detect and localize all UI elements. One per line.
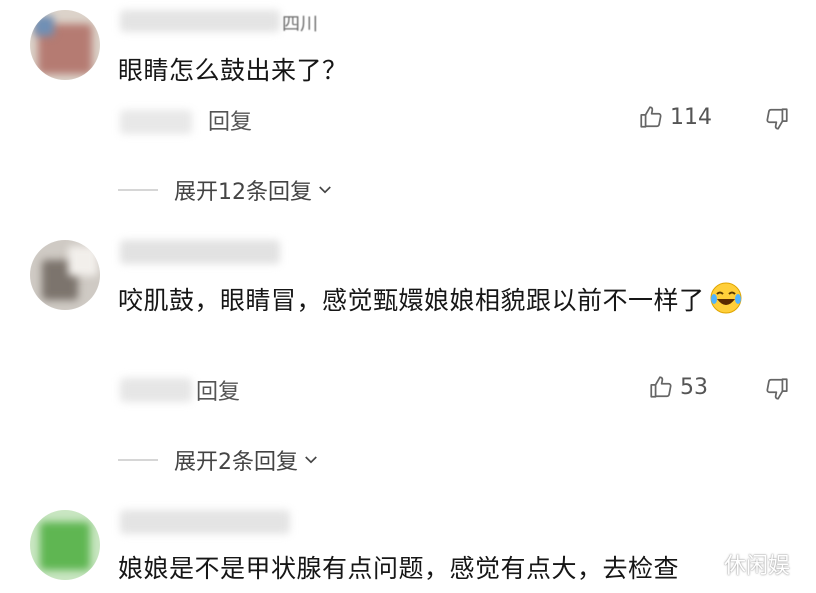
reply-button[interactable]: 回复 [196, 374, 240, 406]
comment-text: 娘娘是不是甲状腺有点问题，感觉有点大，去检查 [118, 554, 680, 583]
username-blurred [120, 240, 280, 264]
divider-line [118, 459, 158, 461]
chevron-down-icon [319, 186, 331, 194]
expand-replies-label: 展开12条回复 [174, 180, 312, 205]
chevron-down-icon [305, 456, 317, 464]
laughing-tears-emoji [710, 282, 742, 314]
like-button[interactable]: 53 [648, 374, 708, 400]
thumbs-down-icon[interactable] [764, 106, 790, 132]
like-button[interactable]: 114 [638, 104, 712, 130]
comment-text: 眼睛怎么鼓出来了？ [118, 56, 348, 85]
username-blurred [120, 10, 280, 32]
watermark: 休闲娱 [724, 554, 791, 579]
like-count: 53 [680, 374, 708, 400]
thumbs-up-icon [640, 106, 662, 128]
timestamp-blurred [120, 110, 192, 134]
username-location: 四川 [282, 14, 318, 35]
reply-button[interactable]: 回复 [208, 104, 252, 136]
avatar[interactable] [30, 510, 100, 580]
like-count: 114 [670, 104, 712, 130]
expand-replies-label: 展开2条回复 [174, 450, 298, 475]
avatar[interactable] [30, 10, 100, 80]
avatar[interactable] [30, 240, 100, 310]
divider-line [118, 189, 158, 191]
comment-text: 咬肌鼓，眼睛冒，感觉甄嬛娘娘相貌跟以前不一样了 [118, 280, 788, 321]
thumbs-up-icon [650, 376, 672, 398]
thumbs-down-icon[interactable] [764, 376, 790, 402]
comment-text-body: 咬肌鼓，眼睛冒，感觉甄嬛娘娘相貌跟以前不一样了 [118, 286, 705, 315]
expand-replies[interactable]: 展开12条回复 [118, 174, 334, 206]
expand-replies[interactable]: 展开2条回复 [118, 444, 320, 476]
timestamp-blurred [120, 378, 192, 402]
username-blurred [120, 510, 290, 534]
